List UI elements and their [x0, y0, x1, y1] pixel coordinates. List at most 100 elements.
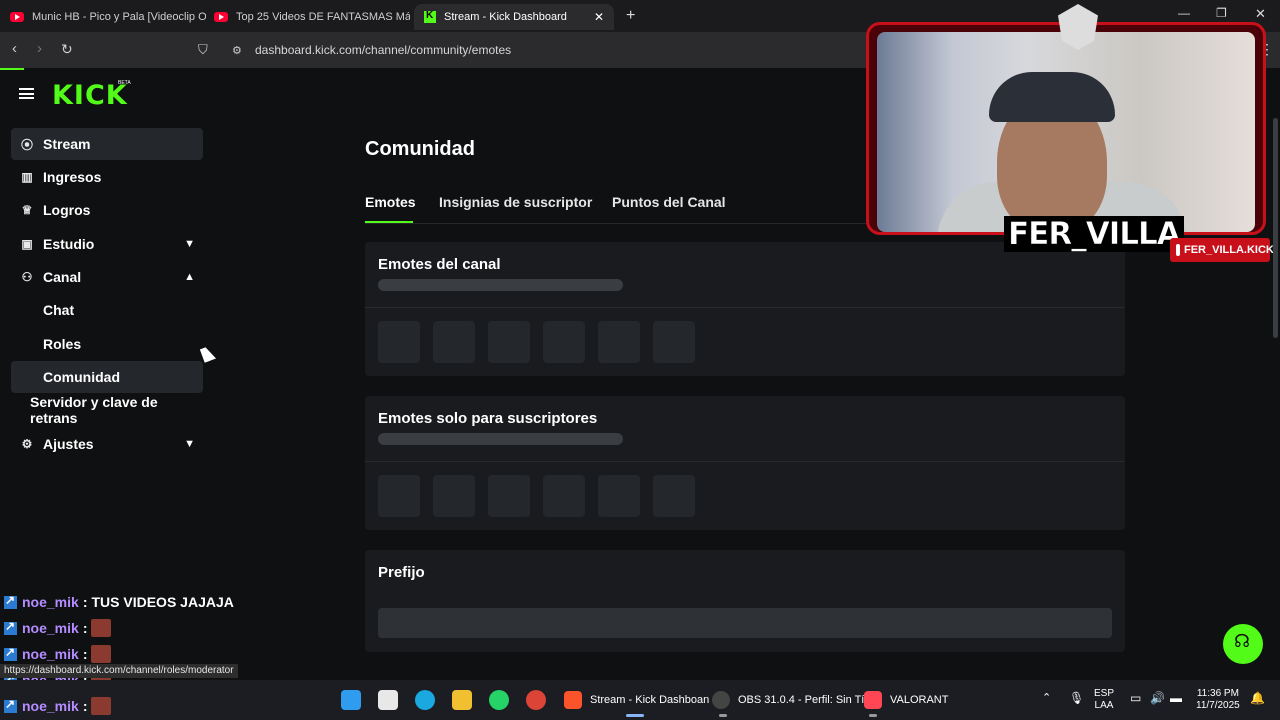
tab-puntos[interactable]: Puntos del Canal [612, 194, 726, 210]
sidebar-item-ajustes[interactable]: ⚙ Ajustes ▼ [11, 428, 203, 460]
streamer-name: FER_VILLA [1004, 216, 1184, 252]
browser-tab-1[interactable]: Munic HB - Pico y Pala [Videoclip Ofi [10, 4, 206, 30]
chat-message: noe_mik : [4, 696, 112, 716]
language-indicator[interactable]: ESP LAA [1094, 688, 1114, 712]
chat-username: noe_mik [22, 620, 79, 636]
store-icon[interactable] [378, 690, 398, 710]
kick-badge-icon [4, 697, 17, 713]
sidebar-item-label: Canal [43, 269, 82, 285]
bookmark-icon[interactable]: ⛉ [198, 42, 208, 58]
emote-slot[interactable] [433, 321, 475, 363]
sidebar-item-label: Roles [43, 336, 82, 352]
emote-slot[interactable] [433, 475, 475, 517]
taskbar-app-label: OBS 31.0.4 - Perfil: Sin Tí [738, 694, 865, 706]
microphone-icon[interactable]: 🎙 [1069, 692, 1084, 704]
sidebar-subitem-chat[interactable]: Chat [11, 294, 203, 326]
chat-separator: : [82, 698, 88, 714]
notification-bell-icon[interactable]: 🔔 [1250, 692, 1265, 704]
section-title: Emotes del canal [378, 256, 501, 273]
emote-slot[interactable] [488, 475, 530, 517]
chat-username: noe_mik [22, 594, 79, 610]
emote-slot[interactable] [653, 321, 695, 363]
active-app-indicator [626, 714, 644, 717]
kick-badge-icon [4, 645, 17, 661]
taskbar-app-valorant[interactable]: VALORANT [864, 684, 948, 716]
sidebar-item-estudio[interactable]: ▣ Estudio ▼ [11, 228, 203, 260]
sidebar-item-label: Estudio [43, 236, 95, 252]
emote-slot[interactable] [488, 321, 530, 363]
sidebar-item-label: Logros [43, 202, 91, 218]
sidebar-subitem-roles[interactable]: Roles [11, 328, 203, 360]
loading-skeleton [378, 279, 623, 291]
browser-tab-3[interactable]: Stream - Kick Dashboard ✕ [414, 4, 614, 30]
volume-icon[interactable]: 🔊 [1150, 692, 1165, 704]
sidebar-item-label: Ingresos [43, 169, 102, 185]
emote-slot[interactable] [543, 475, 585, 517]
whatsapp-icon[interactable] [489, 690, 509, 710]
folder-icon[interactable] [452, 690, 472, 710]
taskbar-app-brave[interactable]: Stream - Kick Dashboan [564, 684, 709, 716]
reload-icon[interactable]: ↻ [61, 41, 73, 58]
subscriber-emotes-card: Emotes solo para suscriptores [365, 396, 1125, 530]
broadcast-icon: ⦿ [20, 137, 33, 152]
loading-progress [0, 68, 24, 70]
kick-logo[interactable]: KICK [52, 80, 128, 111]
battery-icon[interactable]: ▬ [1170, 692, 1182, 704]
tab-title: Munic HB - Pico y Pala [Videoclip Ofi [32, 11, 206, 23]
taskbar-app-obs[interactable]: OBS 31.0.4 - Perfil: Sin Tí [712, 684, 864, 716]
chrome-icon[interactable] [526, 690, 546, 710]
sidebar-item-ingresos[interactable]: ▥ Ingresos [11, 161, 203, 193]
minimize-icon[interactable]: — [1178, 6, 1190, 20]
emote-slot[interactable] [598, 475, 640, 517]
brave-icon [564, 691, 582, 709]
chart-icon: ▥ [21, 170, 33, 184]
windows-start-icon[interactable] [341, 690, 361, 710]
scrollbar[interactable] [1273, 118, 1278, 338]
help-button[interactable] [1223, 624, 1263, 664]
sidebar-item-logros[interactable]: ♕ Logros [11, 194, 203, 226]
emote-slot[interactable] [543, 321, 585, 363]
close-window-icon[interactable]: ✕ [1255, 6, 1266, 22]
sidebar-item-stream[interactable]: ⦿ Stream [11, 128, 203, 160]
close-tab-icon[interactable]: ✕ [594, 10, 604, 24]
menu-icon[interactable] [19, 88, 34, 99]
clock-time: 11:36 PM [1196, 688, 1239, 699]
sidebar-subitem-servidor[interactable]: Servidor y clave de retrans [11, 394, 203, 426]
prefix-input[interactable] [378, 608, 1112, 638]
clock-date: 11/7/2025 [1196, 700, 1240, 711]
divider [365, 307, 1125, 308]
url-field[interactable]: dashboard.kick.com/channel/community/emo… [255, 43, 511, 57]
emote-slot[interactable] [653, 475, 695, 517]
chat-username: noe_mik [22, 646, 79, 662]
emote-slot[interactable] [598, 321, 640, 363]
forward-icon[interactable]: › [37, 40, 42, 57]
channel-emotes-card: Emotes del canal [365, 242, 1125, 376]
display-icon[interactable]: ▭ [1130, 692, 1141, 704]
beta-badge: BETA [118, 80, 131, 86]
tab-insignias[interactable]: Insignias de suscriptor [439, 194, 592, 210]
browser-tab-2[interactable]: Top 25 Videos DE FANTASMAS Más A [214, 4, 410, 30]
chevron-up-icon[interactable]: ⌃ [1042, 692, 1051, 704]
section-title: Prefijo [378, 564, 425, 581]
back-icon[interactable]: ‹ [12, 40, 17, 57]
language-code: ESP [1094, 688, 1115, 699]
tab-emotes[interactable]: Emotes [365, 194, 416, 210]
page-title: Comunidad [365, 138, 475, 160]
clock[interactable]: 11:36 PM 11/7/2025 [1196, 688, 1240, 712]
instagram-icon [1176, 244, 1180, 256]
taskbar-app-label: Stream - Kick Dashboan [590, 694, 710, 706]
sidebar-item-canal[interactable]: ⚇ Canal ▲ [11, 261, 203, 293]
youtube-icon [10, 12, 24, 22]
divider [365, 461, 1125, 462]
site-info-icon[interactable]: ⚙ [232, 44, 242, 57]
sidebar-subitem-comunidad[interactable]: Comunidad [11, 361, 203, 393]
new-tab-icon[interactable]: + [626, 7, 635, 25]
emote-slot[interactable] [378, 321, 420, 363]
maximize-icon[interactable]: ❐ [1216, 6, 1227, 20]
chat-message: noe_mik : TUS VIDEOS JAJAJA [4, 592, 234, 612]
tab-title: Top 25 Videos DE FANTASMAS Más A [236, 11, 410, 23]
emote-slot[interactable] [378, 475, 420, 517]
gear-icon: ⚙ [21, 437, 33, 451]
app-indicator [719, 714, 727, 717]
edge-icon[interactable] [415, 690, 435, 710]
